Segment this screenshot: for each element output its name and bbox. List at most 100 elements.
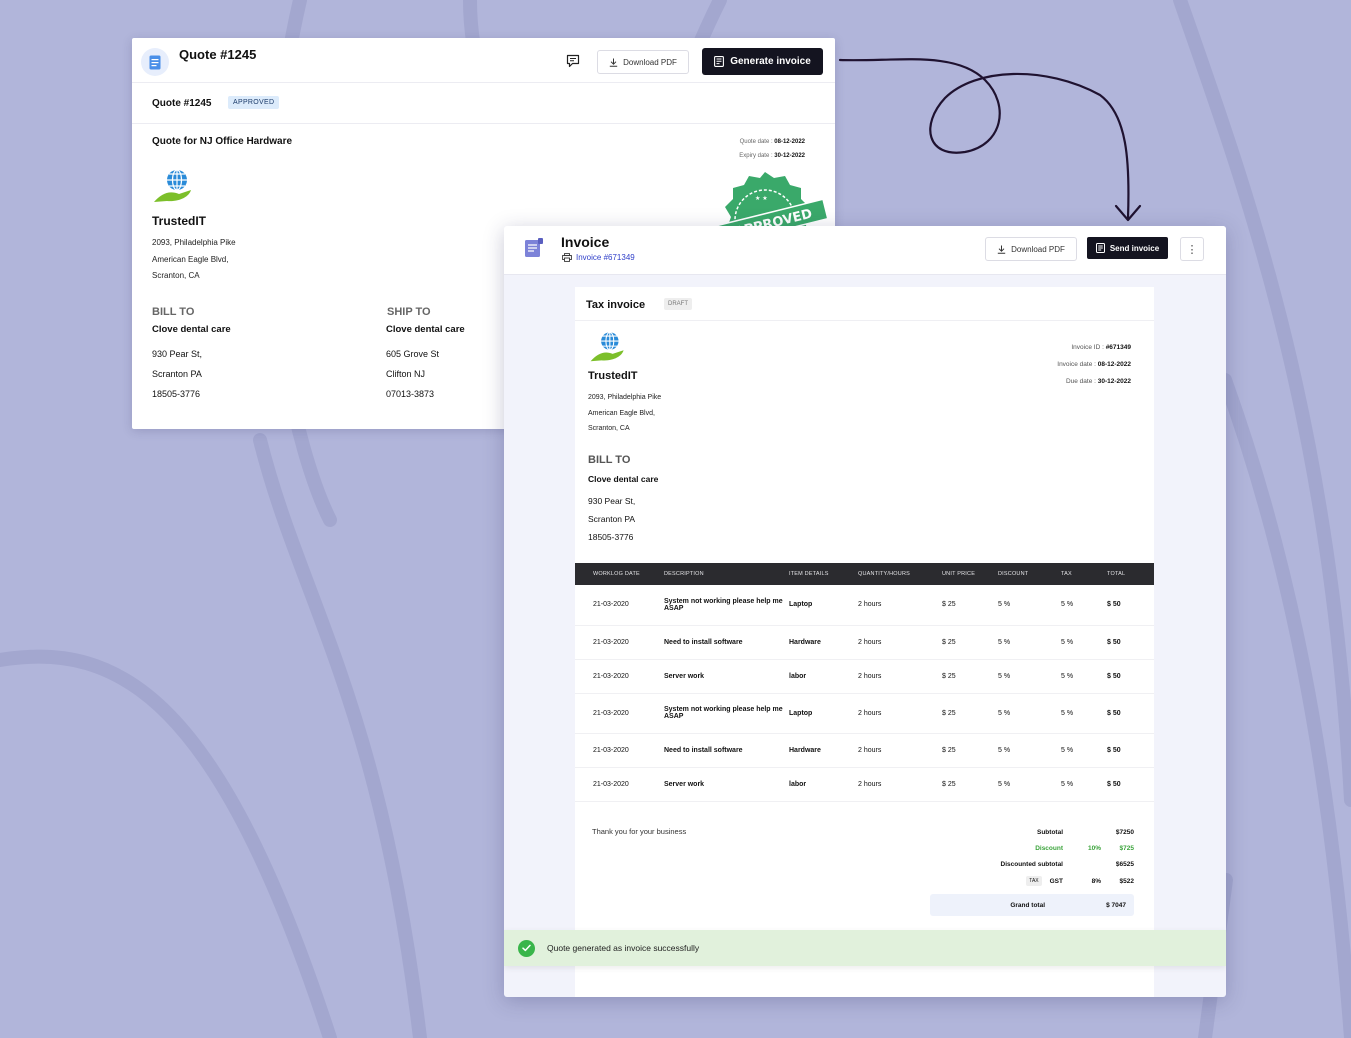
cell-unit-price: $ 25 <box>942 585 998 626</box>
cell-item: labor <box>789 767 858 802</box>
cell-item: Hardware <box>789 733 858 768</box>
ship-to-name: Clove dental care <box>386 324 465 335</box>
address-line: 18505-3776 <box>588 532 634 542</box>
grand-total-label: Grand total <box>1010 901 1045 909</box>
comment-icon <box>566 54 580 68</box>
cell-item: Hardware <box>789 625 858 660</box>
bill-to-heading: BILL TO <box>152 306 195 318</box>
address-line: American Eagle Blvd, <box>588 409 655 417</box>
cell-date: 21-03-2020 <box>575 767 664 802</box>
address-line: 2093, Philadelphia Pike <box>152 238 236 247</box>
line-items-table: WORKLOG DATE DESCRIPTION ITEM DETAILS QU… <box>575 563 1154 802</box>
quote-download-pdf-button[interactable]: Download PDF <box>597 50 689 74</box>
invoice-link-label: Invoice #671349 <box>576 253 635 262</box>
send-invoice-button[interactable]: Send invoice <box>1087 237 1168 259</box>
invoice-id-label: Invoice ID : <box>1071 344 1106 351</box>
kebab-icon: ⋮ <box>1186 243 1198 256</box>
send-label: Send invoice <box>1109 243 1160 253</box>
expiry-date: 30-12-2022 <box>774 153 805 159</box>
cell-unit-price: $ 25 <box>942 767 998 802</box>
quote-date-label: Quote date : <box>739 139 775 145</box>
invoice-id: #671349 <box>1105 344 1131 351</box>
column-header: WORKLOG DATE <box>575 563 664 585</box>
column-header: UNIT PRICE <box>942 563 998 585</box>
invoice-link[interactable]: Invoice #671349 <box>562 253 635 262</box>
address-line: American Eagle Blvd, <box>152 254 229 264</box>
address-line: Scranton PA <box>588 514 636 524</box>
column-header: TAX <box>1061 563 1107 585</box>
invoice-date-label: Invoice date : <box>1057 361 1098 368</box>
due-date: 30-12-2022 <box>1097 378 1131 385</box>
tax-label: GST <box>1049 877 1063 885</box>
expiry-date-label: Expiry date : <box>739 153 775 159</box>
tax-value: $522 <box>1119 877 1134 885</box>
invoice-meta: Invoice ID : #671349 Invoice date : 08-1… <box>1057 339 1131 390</box>
svg-text:★ ★: ★ ★ <box>755 195 768 202</box>
address-line: 18505-3776 <box>152 389 201 399</box>
generate-invoice-button[interactable]: Generate invoice <box>702 48 823 75</box>
table-row: 21-03-2020 Server work labor 2 hours $ 2… <box>575 767 1154 802</box>
cell-tax: 5 % <box>1061 693 1107 734</box>
download-label: Download PDF <box>1011 244 1065 254</box>
cell-total: $ 50 <box>1107 659 1154 694</box>
cell-item: labor <box>789 659 858 694</box>
flow-arrow <box>838 58 1142 222</box>
address-line: 07013-3873 <box>386 389 435 399</box>
printer-icon <box>562 253 572 262</box>
discount-label: Discount <box>1035 844 1063 852</box>
invoice-date: 08-12-2022 <box>1097 361 1131 368</box>
cell-discount: 5 % <box>998 733 1061 768</box>
bill-to-address: 930 Pear St, Scranton PA 18505-3776 <box>152 344 202 404</box>
cell-total: $ 50 <box>1107 585 1154 626</box>
discounted-subtotal-value: $6525 <box>1115 861 1134 869</box>
bill-to-heading: BILL TO <box>588 454 631 466</box>
column-header: ITEM DETAILS <box>789 563 858 585</box>
ship-to-address: 605 Grove St Clifton NJ 07013-3873 <box>386 344 439 404</box>
invoice-document: Tax invoice DRAFT TrustedIT 2093, Philad… <box>575 287 1154 997</box>
invoice-download-pdf-button[interactable]: Download PDF <box>985 237 1077 261</box>
address-line: Clifton NJ <box>386 369 426 379</box>
cell-unit-price: $ 25 <box>942 733 998 768</box>
bill-to-name: Clove dental care <box>152 324 231 335</box>
column-header: DESCRIPTION <box>664 563 789 585</box>
subtotal-label: Subtotal <box>1037 828 1063 836</box>
thanks-note: Thank you for your business <box>592 827 687 836</box>
draft-badge: DRAFT <box>664 298 692 310</box>
address-line: 2093, Philadelphia Pike <box>588 394 662 401</box>
invoice-icon <box>714 56 725 67</box>
status-badge: APPROVED <box>228 96 280 109</box>
download-icon <box>609 58 618 67</box>
cell-total: $ 50 <box>1107 625 1154 660</box>
quote-subheader: Quote #1245 APPROVED <box>132 83 835 124</box>
company-logo <box>153 168 193 209</box>
address-line: Scranton PA <box>152 369 202 379</box>
tax-row: TAX GST 8% $522 <box>1001 873 1134 889</box>
success-toast: Quote generated as invoice successfully <box>504 930 1226 966</box>
quote-header: Quote #1245 Download PDF Generate invoic… <box>132 38 835 83</box>
cell-total: $ 50 <box>1107 767 1154 802</box>
cell-discount: 5 % <box>998 585 1061 626</box>
comment-button[interactable] <box>564 52 582 70</box>
cell-description: System not working please help me ASAP <box>664 585 789 626</box>
table-row: 21-03-2020 Need to install software Hard… <box>575 733 1154 768</box>
cell-quantity: 2 hours <box>858 585 942 626</box>
more-options-button[interactable]: ⋮ <box>1180 237 1204 261</box>
cell-tax: 5 % <box>1061 625 1107 660</box>
cell-date: 21-03-2020 <box>575 733 664 768</box>
document-title: Tax invoice <box>586 299 646 311</box>
cell-quantity: 2 hours <box>858 767 942 802</box>
discount-percent: 10% <box>1087 844 1101 852</box>
cell-description: Server work <box>664 659 789 694</box>
cell-quantity: 2 hours <box>858 693 942 734</box>
document-icon <box>141 48 169 76</box>
discount-value: $725 <box>1119 844 1134 852</box>
company-logo <box>588 331 628 369</box>
toast-message: Quote generated as invoice successfully <box>547 943 700 953</box>
cell-date: 21-03-2020 <box>575 625 664 660</box>
discount-row: Discount 10% $725 <box>1001 840 1134 856</box>
address-line: 605 Grove St <box>386 349 440 359</box>
quote-heading: Quote for NJ Office Hardware <box>152 136 293 147</box>
cell-discount: 5 % <box>998 659 1061 694</box>
company-address: 2093, Philadelphia Pike American Eagle B… <box>588 390 661 437</box>
cell-description: System not working please help me ASAP <box>664 693 789 734</box>
